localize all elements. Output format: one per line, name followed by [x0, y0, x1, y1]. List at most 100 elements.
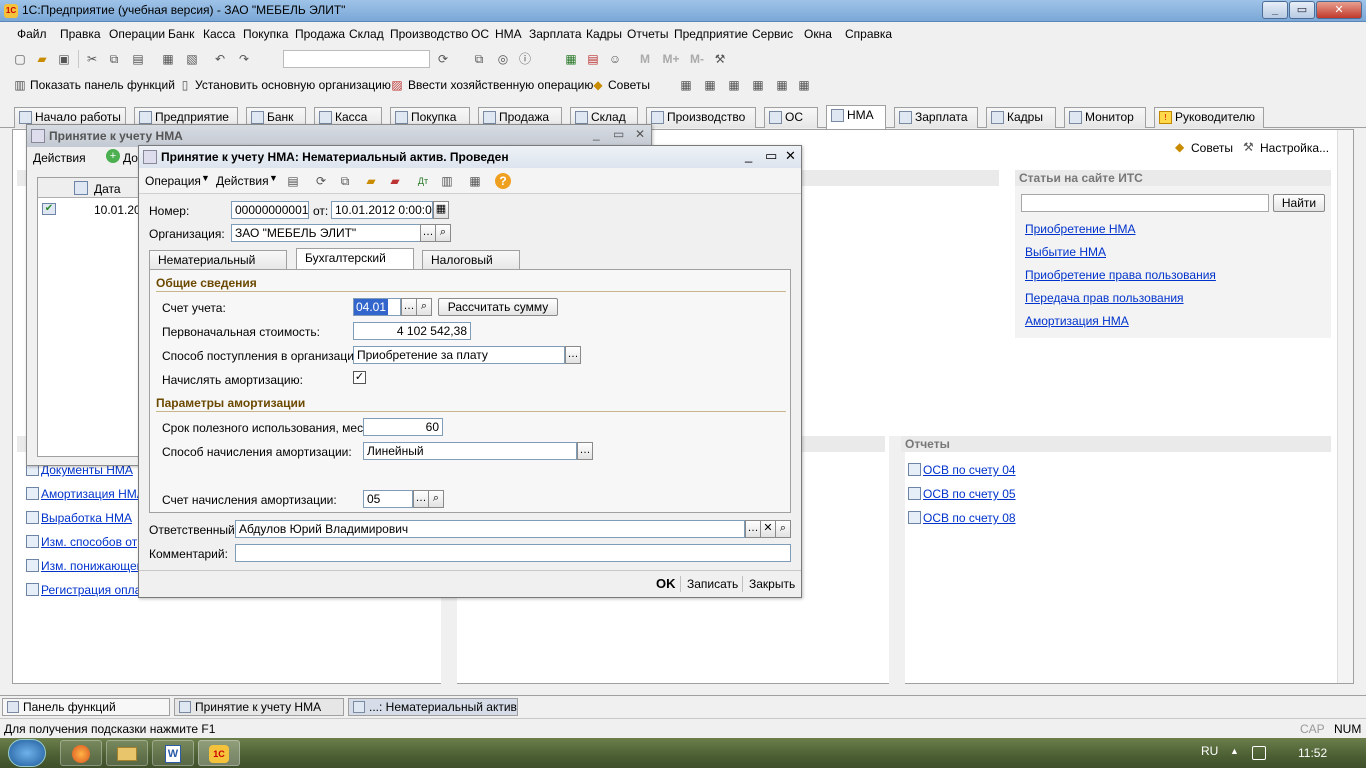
- menu-file[interactable]: Файл: [17, 27, 47, 41]
- operation-menu[interactable]: Операция: [145, 174, 201, 188]
- amortize-checkbox[interactable]: ✓: [353, 371, 366, 384]
- menu-edit[interactable]: Правка: [60, 27, 101, 41]
- its-link-usage-acquisition[interactable]: Приобретение права пользования: [1025, 268, 1216, 282]
- close-button[interactable]: Закрыть: [749, 577, 795, 591]
- account-select-icon[interactable]: …: [401, 298, 417, 316]
- settings-icon[interactable]: ▦: [796, 77, 812, 93]
- method-select-icon[interactable]: …: [577, 442, 593, 460]
- operation-dropdown-icon[interactable]: ▼: [201, 173, 210, 183]
- menu-hr[interactable]: Кадры: [586, 27, 622, 41]
- cut-icon[interactable]: ✂: [84, 51, 100, 67]
- tab-salary[interactable]: Зарплата: [894, 107, 978, 128]
- taskbtn-functions-panel[interactable]: Панель функций: [2, 698, 170, 716]
- language-indicator[interactable]: RU: [1201, 744, 1218, 758]
- tab-intangible[interactable]: Нематериальный актив: [149, 250, 287, 286]
- save-icon[interactable]: ▣: [56, 51, 72, 67]
- calendar-picker-icon[interactable]: ▦: [433, 201, 449, 219]
- explorer-icon[interactable]: [106, 740, 148, 766]
- users-icon[interactable]: ☺: [607, 51, 623, 67]
- list-actions-menu[interactable]: Действия: [33, 151, 86, 165]
- menu-operations[interactable]: Операции: [109, 27, 165, 41]
- menu-reports[interactable]: Отчеты: [627, 27, 668, 41]
- firefox-icon[interactable]: [60, 740, 102, 766]
- amort-account-select-icon[interactable]: …: [413, 490, 429, 508]
- find-icon[interactable]: ⧉: [471, 51, 487, 67]
- its-link-disposal[interactable]: Выбытие НМА: [1025, 245, 1106, 259]
- method-field[interactable]: Линейный: [363, 442, 577, 460]
- tools-icon[interactable]: ⚒: [712, 51, 728, 67]
- doc-minimize-icon[interactable]: _: [745, 148, 752, 163]
- account-open-icon[interactable]: ⌕: [416, 298, 432, 316]
- help-icon[interactable]: ?: [495, 173, 511, 189]
- redo-icon[interactable]: ↷: [236, 51, 252, 67]
- tray-arrow-icon[interactable]: ▲: [1230, 746, 1239, 756]
- cost-field[interactable]: 4 102 542,38: [353, 322, 471, 340]
- list-add-button[interactable]: До: [123, 151, 138, 165]
- receipt-method-field[interactable]: Приобретение за плату: [353, 346, 565, 364]
- calc-sum-button[interactable]: Рассчитать сумму: [438, 298, 558, 316]
- org-field[interactable]: ЗАО "МЕБЕЛЬ ЭЛИТ": [231, 224, 421, 242]
- menu-cash[interactable]: Касса: [203, 27, 235, 41]
- based-on-icon[interactable]: ▰: [363, 173, 379, 189]
- ok-button[interactable]: OK: [656, 576, 676, 591]
- list-maximize-icon[interactable]: ▭: [613, 127, 624, 141]
- actions-dropdown-icon[interactable]: ▼: [269, 173, 278, 183]
- its-link-acquisition[interactable]: Приобретение НМА: [1025, 222, 1136, 236]
- comment-field[interactable]: [235, 544, 791, 562]
- memory-plus-icon[interactable]: M+: [659, 51, 683, 67]
- set-org-button[interactable]: Установить основную организацию: [195, 78, 391, 92]
- tab-production[interactable]: Производство: [646, 107, 756, 128]
- number-field[interactable]: 00000000001: [231, 201, 309, 219]
- enter-operation-button[interactable]: Ввести хозяйственную операцию: [408, 78, 593, 92]
- word-icon[interactable]: W: [152, 740, 194, 766]
- open-icon[interactable]: ▰: [34, 51, 50, 67]
- col-date[interactable]: Дата: [94, 182, 121, 196]
- tab-os[interactable]: ОС: [764, 107, 818, 128]
- its-link-usage-transfer[interactable]: Передача прав пользования: [1025, 291, 1184, 305]
- account-field[interactable]: 04.01: [353, 298, 401, 316]
- tab-hr[interactable]: Кадры: [986, 107, 1056, 128]
- new-doc-icon[interactable]: ▢: [12, 51, 28, 67]
- calendar-icon[interactable]: ▤: [585, 51, 601, 67]
- amort-account-field[interactable]: 05: [363, 490, 413, 508]
- minimize-icon[interactable]: _: [1262, 1, 1288, 19]
- menu-service[interactable]: Сервис: [752, 27, 793, 41]
- taskbtn-list[interactable]: Принятие к учету НМА: [174, 698, 344, 716]
- movements-icon[interactable]: ▥: [439, 173, 455, 189]
- org-open-icon[interactable]: ⌕: [435, 224, 451, 242]
- left-link-payment[interactable]: Регистрация оплат: [41, 583, 147, 597]
- post-icon[interactable]: ▤: [285, 173, 301, 189]
- taskbtn-document[interactable]: ...: Нематериальный актив....: [348, 698, 518, 716]
- term-field[interactable]: 60: [363, 418, 443, 436]
- undo-icon[interactable]: ↶: [212, 51, 228, 67]
- doc-close-icon[interactable]: ✕: [785, 148, 796, 164]
- left-link-output[interactable]: Выработка НМА: [41, 511, 132, 525]
- close-icon[interactable]: ✕: [1316, 1, 1362, 19]
- responsible-field[interactable]: Абдулов Юрий Владимирович: [235, 520, 745, 538]
- list-close-icon[interactable]: ✕: [635, 127, 645, 141]
- report-link-08[interactable]: ОСВ по счету 08: [923, 511, 1016, 525]
- amort-account-open-icon[interactable]: ⌕: [428, 490, 444, 508]
- journal-icon[interactable]: ▦: [702, 77, 718, 93]
- calculator-icon[interactable]: ▦: [563, 51, 579, 67]
- responsible-clear-icon[interactable]: ✕: [760, 520, 776, 538]
- 1c-app-icon[interactable]: 1С: [198, 740, 240, 766]
- menu-nma[interactable]: НМА: [495, 27, 522, 41]
- receipt-select-icon[interactable]: …: [565, 346, 581, 364]
- panel-tips-link[interactable]: Советы: [1191, 141, 1233, 155]
- report-link-05[interactable]: ОСВ по счету 05: [923, 487, 1016, 501]
- menu-sales[interactable]: Продажа: [295, 27, 345, 41]
- tab-monitor[interactable]: Монитор: [1064, 107, 1146, 128]
- date-field[interactable]: 10.01.2012 0:00:00: [331, 201, 433, 219]
- registry-icon[interactable]: ▦: [774, 77, 790, 93]
- dt-kt-icon[interactable]: Дт: [415, 173, 431, 189]
- info-icon[interactable]: ⓘ: [517, 51, 533, 67]
- copy-icon[interactable]: ⧉: [106, 51, 122, 67]
- calc-search-icon[interactable]: ◎: [495, 51, 511, 67]
- structure-doc-icon[interactable]: ▦: [467, 173, 483, 189]
- tab-manager[interactable]: ! Руководителю: [1154, 107, 1264, 128]
- its-link-amortization[interactable]: Амортизация НМА: [1025, 314, 1129, 328]
- memory-minus-icon[interactable]: M-: [685, 51, 709, 67]
- row-date[interactable]: 10.01.20: [94, 203, 141, 217]
- menu-warehouse[interactable]: Склад: [349, 27, 384, 41]
